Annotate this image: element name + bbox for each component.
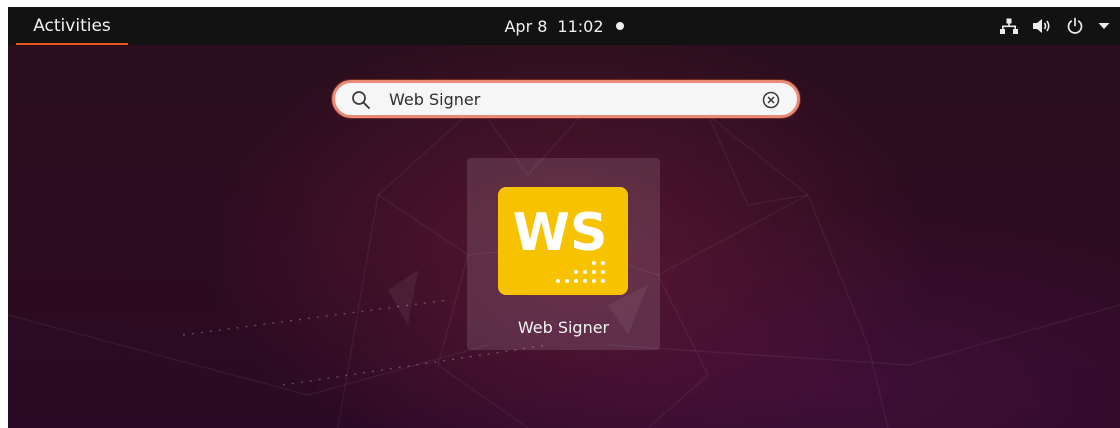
clock-area: Apr 8 11:02 (8, 7, 1120, 45)
notification-dot-icon (615, 22, 624, 30)
desktop: Activities Apr 8 11:02 Web Signer WS Web… (8, 7, 1120, 428)
search-field[interactable] (332, 80, 800, 118)
top-bar: Activities Apr 8 11:02 (8, 7, 1120, 45)
app-icon-text: WS (513, 203, 608, 263)
system-menu-button[interactable] (1000, 7, 1110, 45)
volume-icon (1033, 19, 1050, 33)
clear-icon[interactable] (761, 90, 781, 110)
search-input[interactable] (389, 86, 749, 112)
chevron-down-icon (1098, 23, 1110, 29)
time-label: 11:02 (557, 16, 604, 36)
clock-button[interactable]: Apr 8 11:02 (504, 16, 624, 36)
activities-button[interactable]: Activities (16, 7, 128, 45)
app-result-tile[interactable]: WS Web Signer (467, 158, 660, 350)
web-signer-app-icon: WS (498, 187, 628, 295)
date-label: Apr 8 (504, 16, 548, 36)
search-icon (352, 91, 370, 109)
network-icon (1000, 18, 1018, 34)
power-icon (1067, 17, 1083, 34)
app-result-label: Web Signer (517, 318, 610, 337)
